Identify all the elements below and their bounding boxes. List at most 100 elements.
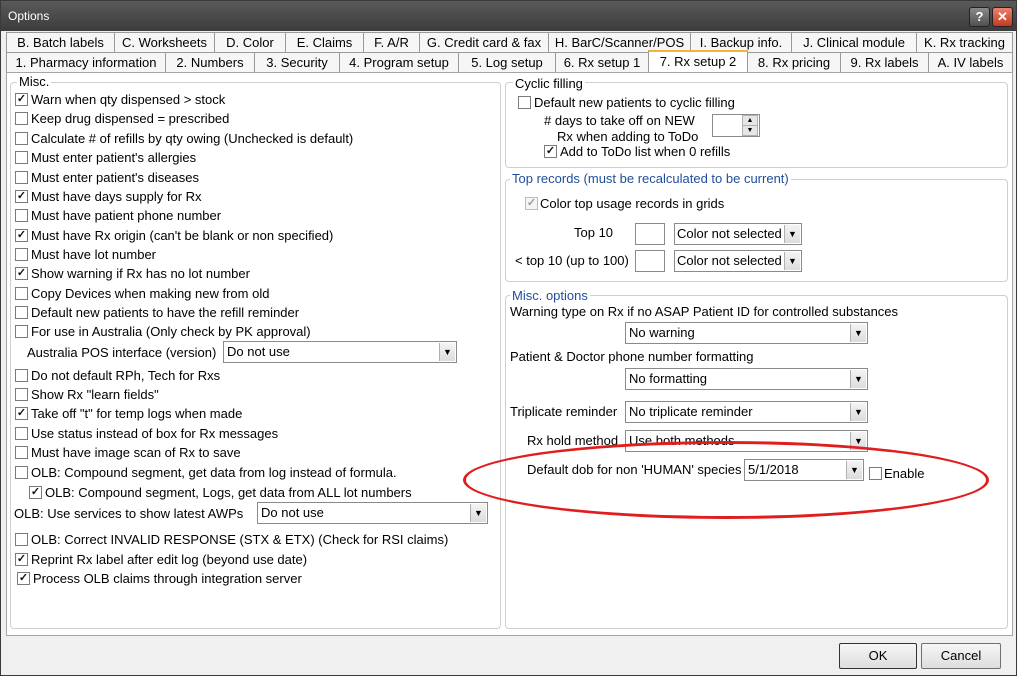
tab-worksheets[interactable]: C. Worksheets: [114, 32, 215, 52]
window-title: Options: [8, 9, 50, 23]
top-records-title: Top records (must be recalculated to be …: [510, 171, 791, 186]
checkbox[interactable]: ✓: [15, 267, 28, 280]
cancel-button[interactable]: Cancel: [921, 643, 1001, 669]
checkbox-label: Must have days supply for Rx: [31, 189, 202, 204]
awp-label: OLB: Use services to show latest AWPs: [14, 506, 244, 521]
top100-color-select[interactable]: Color not selected ▼: [674, 250, 802, 272]
misc-options-title: Misc. options: [510, 288, 590, 303]
tab-iv-labels[interactable]: A. IV labels: [928, 52, 1013, 72]
checkbox[interactable]: [15, 466, 28, 479]
days-take-off-stepper[interactable]: ▲ ▼: [712, 114, 760, 137]
australia-pos-select[interactable]: Do not use ▼: [223, 341, 457, 363]
tab-ar[interactable]: F. A/R: [363, 32, 420, 52]
asap-warning-select[interactable]: No warning ▼: [625, 322, 868, 344]
tab-color[interactable]: D. Color: [214, 32, 286, 52]
awp-value: Do not use: [261, 505, 324, 520]
checkbox-label: For use in Australia (Only check by PK a…: [31, 324, 311, 339]
tab-rx-tracking[interactable]: K. Rx tracking: [916, 32, 1013, 52]
checkbox[interactable]: ✓: [15, 407, 28, 420]
checkbox[interactable]: ✓: [525, 197, 538, 210]
close-button[interactable]: ✕: [992, 7, 1013, 27]
top10-color-swatch[interactable]: [635, 223, 665, 245]
checkbox-label: Must have patient phone number: [31, 208, 222, 223]
tab-program-setup[interactable]: 4. Program setup: [339, 52, 459, 72]
checkbox[interactable]: [15, 209, 28, 222]
checkbox[interactable]: ✓: [15, 553, 28, 566]
checkbox-label: Show Rx "learn fields": [31, 387, 159, 402]
tab-batch-labels[interactable]: B. Batch labels: [6, 32, 115, 52]
phone-format-select[interactable]: No formatting ▼: [625, 368, 868, 390]
checkbox[interactable]: [15, 287, 28, 300]
tab-clinical-module[interactable]: J. Clinical module: [791, 32, 917, 52]
tab-pharmacy-information[interactable]: 1. Pharmacy information: [6, 52, 166, 72]
checkbox[interactable]: ✓: [29, 486, 42, 499]
chevron-down-icon: ▼: [850, 324, 866, 342]
top100-color-swatch[interactable]: [635, 250, 665, 272]
checkbox-label: Must have lot number: [31, 247, 157, 262]
cyclic-default-label: Default new patients to cyclic filling: [534, 95, 735, 110]
asap-warning-label: Warning type on Rx if no ASAP Patient ID…: [510, 304, 899, 319]
chevron-down-icon: ▼: [784, 225, 800, 243]
triplicate-reminder-value: No triplicate reminder: [629, 404, 753, 419]
title-bar: Options ? ✕: [1, 1, 1016, 31]
checkbox[interactable]: [15, 446, 28, 459]
ok-button[interactable]: OK: [839, 643, 917, 669]
days-take-off-label-2: Rx when adding to ToDo: [557, 129, 699, 144]
tab-rx-pricing[interactable]: 8. Rx pricing: [747, 52, 841, 72]
triplicate-reminder-label: Triplicate reminder: [510, 404, 618, 419]
top100-label: < top 10 (up to 100): [515, 253, 629, 268]
top100-color-value: Color not selected: [677, 253, 782, 268]
awp-select[interactable]: Do not use ▼: [257, 502, 488, 524]
tab-numbers[interactable]: 2. Numbers: [165, 52, 255, 72]
checkbox[interactable]: [15, 306, 28, 319]
chevron-down-icon: ▼: [439, 343, 455, 361]
checkbox[interactable]: [15, 369, 28, 382]
tab-barc-scanner-pos[interactable]: H. BarC/Scanner/POS: [548, 32, 691, 52]
tab-security[interactable]: 3. Security: [254, 52, 340, 72]
chevron-down-icon: ▼: [784, 252, 800, 270]
checkbox[interactable]: [15, 171, 28, 184]
checkbox[interactable]: [15, 112, 28, 125]
checkbox-label: Must have Rx origin (can't be blank or n…: [31, 228, 334, 243]
tab-rx-labels[interactable]: 9. Rx labels: [840, 52, 929, 72]
checkbox-label: Process OLB claims through integration s…: [33, 571, 302, 586]
checkbox[interactable]: [518, 96, 531, 109]
checkbox[interactable]: ✓: [15, 190, 28, 203]
checkbox-label: Copy Devices when making new from old: [31, 286, 270, 301]
checkbox[interactable]: ✓: [15, 93, 28, 106]
color-top-usage-label: Color top usage records in grids: [540, 196, 725, 211]
cyclic-filling-title: Cyclic filling: [513, 76, 585, 91]
checkbox-label: Must enter patient's diseases: [31, 170, 199, 185]
chevron-down-icon[interactable]: ▼: [742, 125, 758, 136]
checkbox[interactable]: [15, 151, 28, 164]
checkbox[interactable]: [15, 533, 28, 546]
checkbox[interactable]: ✓: [17, 572, 30, 585]
checkbox[interactable]: [15, 325, 28, 338]
checkbox-label: Keep drug dispensed = prescribed: [31, 111, 230, 126]
checkbox[interactable]: [15, 427, 28, 440]
highlight-annotation: [463, 441, 989, 519]
checkbox[interactable]: ✓: [15, 229, 28, 242]
tab-credit-card-fax[interactable]: G. Credit card & fax: [419, 32, 549, 52]
checkbox-label: Use status instead of box for Rx message…: [31, 426, 279, 441]
checkbox-label: Must have image scan of Rx to save: [31, 445, 241, 460]
asap-warning-value: No warning: [629, 325, 695, 340]
checkbox[interactable]: ✓: [544, 145, 557, 158]
top10-color-select[interactable]: Color not selected ▼: [674, 223, 802, 245]
checkbox-label: OLB: Compound segment, Logs, get data fr…: [45, 485, 412, 500]
top10-label: Top 10: [574, 225, 614, 240]
tab-rx-setup-2[interactable]: 7. Rx setup 2: [648, 50, 748, 74]
checkbox[interactable]: [15, 132, 28, 145]
tab-backup-info[interactable]: I. Backup info.: [690, 32, 792, 52]
checkbox[interactable]: [15, 248, 28, 261]
todo-label: Add to ToDo list when 0 refills: [560, 144, 731, 159]
phone-format-value: No formatting: [629, 371, 708, 386]
tab-claims[interactable]: E. Claims: [285, 32, 364, 52]
triplicate-reminder-select[interactable]: No triplicate reminder ▼: [625, 401, 868, 423]
chevron-down-icon: ▼: [470, 504, 486, 522]
help-button[interactable]: ?: [969, 7, 990, 27]
tab-log-setup[interactable]: 5. Log setup: [458, 52, 556, 72]
phone-format-label: Patient & Doctor phone number formatting: [510, 349, 754, 364]
tab-rx-setup-1[interactable]: 6. Rx setup 1: [555, 52, 649, 72]
checkbox[interactable]: [15, 388, 28, 401]
